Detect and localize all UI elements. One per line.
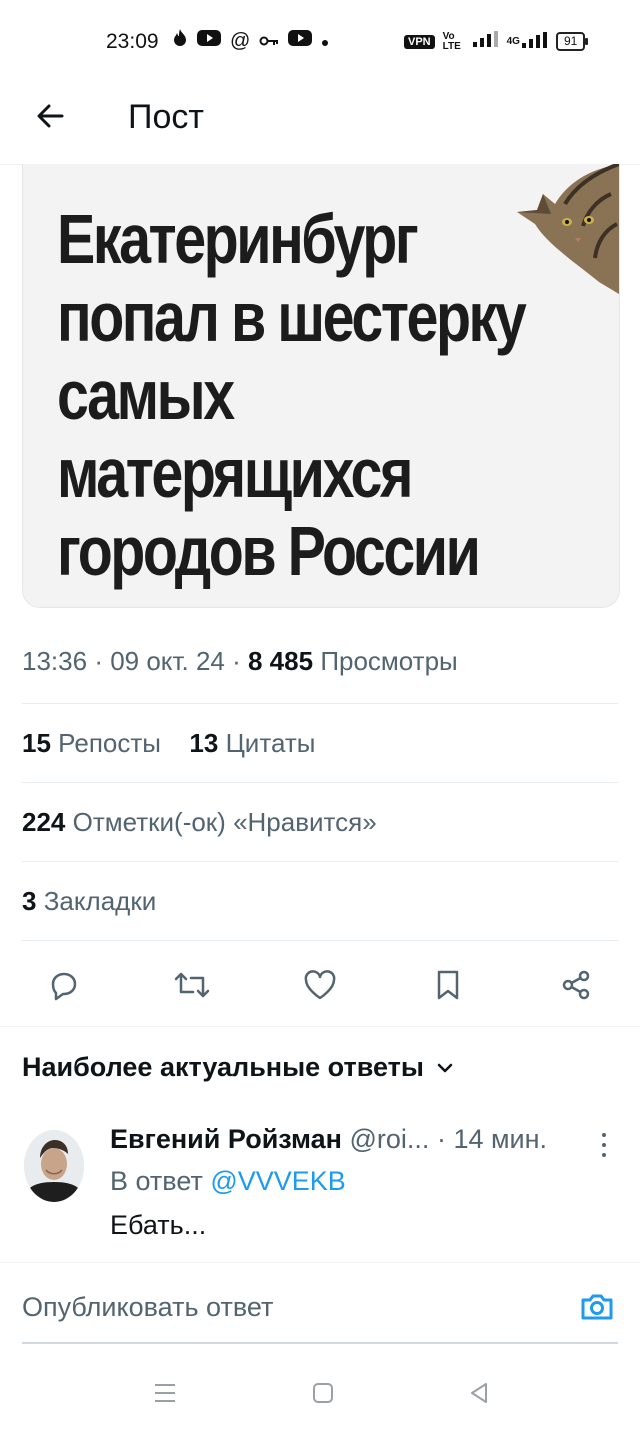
action-bar (0, 955, 640, 1025)
bookmark-button[interactable] (418, 955, 478, 1015)
volte-icon: Vo LTE (442, 30, 461, 52)
likes-count: 224 (22, 807, 66, 837)
battery-icon: 91 (555, 32, 589, 51)
notification-icons: @ (172, 28, 329, 54)
reply-age: 14 мин. (453, 1124, 548, 1154)
camera-button[interactable] (578, 1288, 616, 1326)
reposts-label: Репосты (58, 728, 161, 758)
reply-author-handle: @roi... (349, 1124, 430, 1154)
views-count: 8 485 (248, 646, 314, 676)
reply-author-line[interactable]: Евгений Ройзман @roi... · 14 мин. (110, 1124, 547, 1155)
system-nav-bar (0, 1360, 640, 1431)
at-icon: @ (230, 29, 251, 52)
status-bar: 23:09 @ VPN Vo LTE 4G 91 (0, 0, 640, 80)
post-date: 09 окт. 24 (110, 646, 225, 676)
quotes-label: Цитаты (225, 728, 316, 758)
reposts-count: 15 (22, 728, 51, 758)
reply-to-prefix: В ответ (110, 1166, 203, 1196)
page-title: Пост (128, 98, 204, 136)
post-meta: 13:36 · 09 окт. 24 · 8 485 Просмотры (22, 646, 458, 676)
headline-line: попал в шестерку (57, 278, 527, 356)
back-button[interactable] (32, 96, 72, 136)
system-tray: VPN Vo LTE 4G 91 (404, 30, 589, 52)
youtube-icon (197, 29, 221, 53)
reply-icon (51, 972, 77, 1001)
menu-icon[interactable] (152, 1380, 178, 1406)
reply-text: Ебать... (110, 1210, 207, 1240)
headline-line: самых (57, 356, 235, 434)
back-triangle-icon[interactable] (466, 1380, 492, 1406)
headline-line: городов России (57, 512, 481, 590)
camera-icon (581, 1294, 613, 1320)
bookmarks-stat[interactable]: 3 Закладки (22, 886, 156, 917)
cat-illustration (517, 164, 619, 294)
repost-quote-stats[interactable]: 15 Репосты 13 Цитаты (22, 728, 315, 759)
flame-icon (172, 28, 188, 54)
like-button[interactable] (290, 955, 350, 1015)
divider (0, 1026, 640, 1027)
top-app-bar (0, 80, 640, 165)
bookmarks-label: Закладки (43, 886, 157, 916)
key-icon (259, 30, 279, 53)
reply-author-name: Евгений Ройзман (110, 1124, 342, 1154)
chevron-down-icon (437, 1063, 453, 1072)
network-type: 4G (506, 36, 520, 47)
status-time: 23:09 (106, 30, 159, 53)
reply-more-button[interactable] (598, 1130, 610, 1160)
signal-icon (472, 31, 499, 52)
repost-button[interactable] (162, 955, 222, 1015)
reply-to-line: В ответ @VVVEKB (110, 1166, 346, 1197)
divider (22, 861, 618, 862)
post-time: 13:36 (22, 646, 88, 676)
repost-icon (174, 972, 210, 998)
divider (22, 940, 618, 941)
share-button[interactable] (546, 955, 606, 1015)
home-icon[interactable] (310, 1380, 336, 1406)
like-icon (304, 970, 336, 1000)
post-image[interactable]: Екатеринбург попал в шестерку самых мате… (22, 164, 620, 608)
reply-button[interactable] (34, 955, 94, 1015)
composer-underline (22, 1342, 618, 1344)
replies-sort-dropdown[interactable]: Наиболее актуальные ответы (22, 1052, 454, 1083)
likes-label: Отметки(-ок) «Нравится» (72, 807, 377, 837)
reply-composer-input[interactable]: Опубликовать ответ (22, 1292, 273, 1323)
vpn-badge: VPN (404, 34, 435, 49)
headline-line: матерящихся (57, 434, 413, 512)
divider (22, 703, 618, 704)
dot-icon (321, 30, 329, 53)
more-vertical-icon (602, 1133, 606, 1157)
arrow-left-icon (37, 104, 64, 128)
image-headline: Екатеринбург попал в шестерку самых мате… (57, 200, 582, 590)
replies-sort-label: Наиболее актуальные ответы (22, 1052, 424, 1082)
bookmarks-count: 3 (22, 886, 37, 916)
headline-line: Екатеринбург (57, 200, 419, 278)
likes-stat[interactable]: 224 Отметки(-ок) «Нравится» (22, 807, 377, 838)
divider (22, 782, 618, 783)
quotes-count: 13 (189, 728, 219, 758)
reply-to-mention[interactable]: @VVVEKB (210, 1166, 345, 1196)
youtube-icon-2 (288, 29, 313, 53)
bookmark-icon (437, 970, 459, 1000)
views-label: Просмотры (320, 646, 458, 676)
avatar-photo (24, 1130, 84, 1202)
signal-icon-2 (521, 32, 548, 51)
avatar[interactable] (24, 1130, 84, 1202)
share-icon (562, 970, 590, 1000)
divider (0, 1262, 640, 1263)
